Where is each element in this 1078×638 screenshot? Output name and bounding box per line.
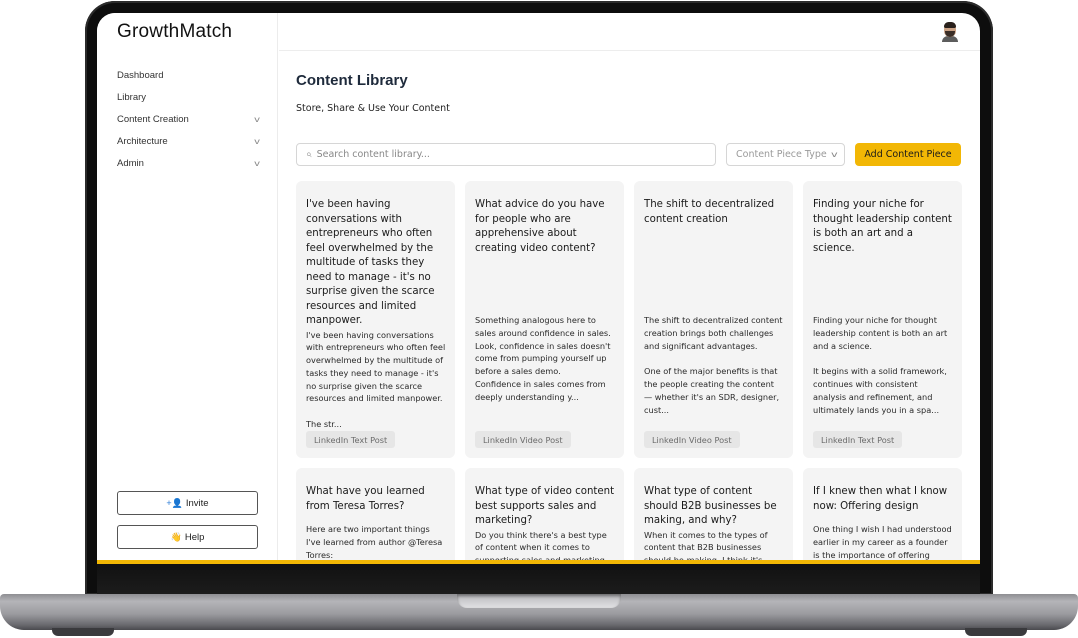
card-type-badge: LinkedIn Video Post	[644, 431, 740, 448]
card-body: Something analogous here to sales around…	[475, 315, 611, 402]
laptop-foot-right	[965, 628, 1027, 636]
add-user-icon: +👤	[166, 497, 183, 508]
card-body: Do you think there's a best type of cont…	[475, 529, 607, 564]
sidebar-item-content-creation[interactable]: Content Creation v	[117, 108, 260, 130]
card-type-badge: LinkedIn Video Post	[475, 431, 571, 448]
invite-button[interactable]: +👤 Invite	[117, 491, 258, 515]
sidebar-item-label: Dashboard	[117, 69, 164, 81]
card-body: Here are two important things I've learn…	[306, 524, 443, 560]
logo[interactable]: GrowthMatch	[117, 21, 232, 43]
sidebar-item-label: Admin	[117, 157, 144, 169]
invite-label: Invite	[185, 497, 209, 509]
chevron-down-icon: v	[831, 150, 838, 159]
sidebar-item-library[interactable]: Library	[117, 86, 259, 108]
card-body: When it comes to the types of content th…	[644, 529, 768, 564]
card-body: Finding your niche for thought leadershi…	[813, 315, 948, 415]
card-title: If I knew then what I know now: Offering…	[813, 486, 948, 512]
sidebar-item-dashboard[interactable]: Dashboard	[117, 64, 259, 86]
waving-hand-icon: 👋	[170, 531, 182, 542]
card-title: The shift to decentralized content creat…	[644, 199, 775, 225]
sidebar-nav: Dashboard Library Content Creation v Arc…	[117, 64, 260, 174]
sidebar-item-admin[interactable]: Admin v	[117, 152, 260, 174]
content-type-select[interactable]: Content Piece Type v	[726, 143, 845, 166]
card-title: What have you learned from Teresa Torres…	[306, 486, 425, 512]
sidebar-item-label: Content Creation	[117, 113, 189, 125]
card-type-badge: LinkedIn Text Post	[813, 431, 903, 448]
page-subtitle: Store, Share & Use Your Content	[296, 103, 450, 114]
sidebar: GrowthMatch Dashboard Library Content Cr…	[97, 13, 278, 563]
help-button[interactable]: 👋 Help	[117, 525, 258, 549]
app-screen: GrowthMatch Dashboard Library Content Cr…	[97, 13, 980, 563]
page-title: Content Library	[296, 72, 408, 89]
card-body: I've been having conversations with entr…	[306, 329, 446, 430]
card-title: What type of video content best supports…	[475, 486, 615, 526]
card-body: The shift to decentralized content creat…	[644, 315, 783, 415]
content-card[interactable]: What type of content should B2B business…	[634, 468, 793, 563]
search-input[interactable]	[316, 149, 697, 160]
content-type-select-label: Content Piece Type	[736, 149, 827, 160]
user-avatar[interactable]	[941, 22, 959, 42]
avatar-hair	[944, 22, 956, 28]
content-card[interactable]: The shift to decentralized content creat…	[634, 181, 793, 458]
chevron-down-icon[interactable]: v	[254, 137, 260, 146]
laptop-foot-left	[52, 628, 114, 636]
chevron-down-icon[interactable]: v	[254, 159, 260, 168]
card-body: One thing I wish I had understood earlie…	[813, 524, 952, 563]
content-card[interactable]: What have you learned from Teresa Torres…	[296, 468, 455, 563]
content-card[interactable]: If I knew then what I know now: Offering…	[803, 468, 962, 563]
card-title: What type of content should B2B business…	[644, 486, 777, 526]
card-title: I've been having conversations with entr…	[306, 199, 435, 326]
sidebar-item-label: Library	[117, 91, 147, 103]
content-card[interactable]: I've been having conversations with entr…	[296, 181, 455, 458]
card-type-badge: LinkedIn Text Post	[306, 431, 396, 448]
sidebar-item-label: Architecture	[117, 135, 168, 147]
content-card[interactable]: What type of video content best supports…	[465, 468, 624, 563]
add-content-piece-button[interactable]: Add Content Piece	[855, 143, 961, 166]
content-card[interactable]: What advice do you have for people who a…	[465, 181, 624, 458]
sidebar-item-architecture[interactable]: Architecture v	[117, 130, 260, 152]
card-title: What advice do you have for people who a…	[475, 199, 605, 254]
laptop-chin	[97, 564, 980, 594]
search-box[interactable]: ⌕	[296, 143, 716, 166]
help-label: Help	[184, 531, 205, 543]
content-card[interactable]: Finding your niche for thought leadershi…	[803, 181, 962, 458]
search-icon: ⌕	[306, 149, 312, 160]
card-title: Finding your niche for thought leadershi…	[813, 199, 952, 254]
laptop-lid-notch	[457, 594, 621, 608]
top-bar	[279, 13, 980, 51]
chevron-down-icon[interactable]: v	[254, 115, 260, 124]
